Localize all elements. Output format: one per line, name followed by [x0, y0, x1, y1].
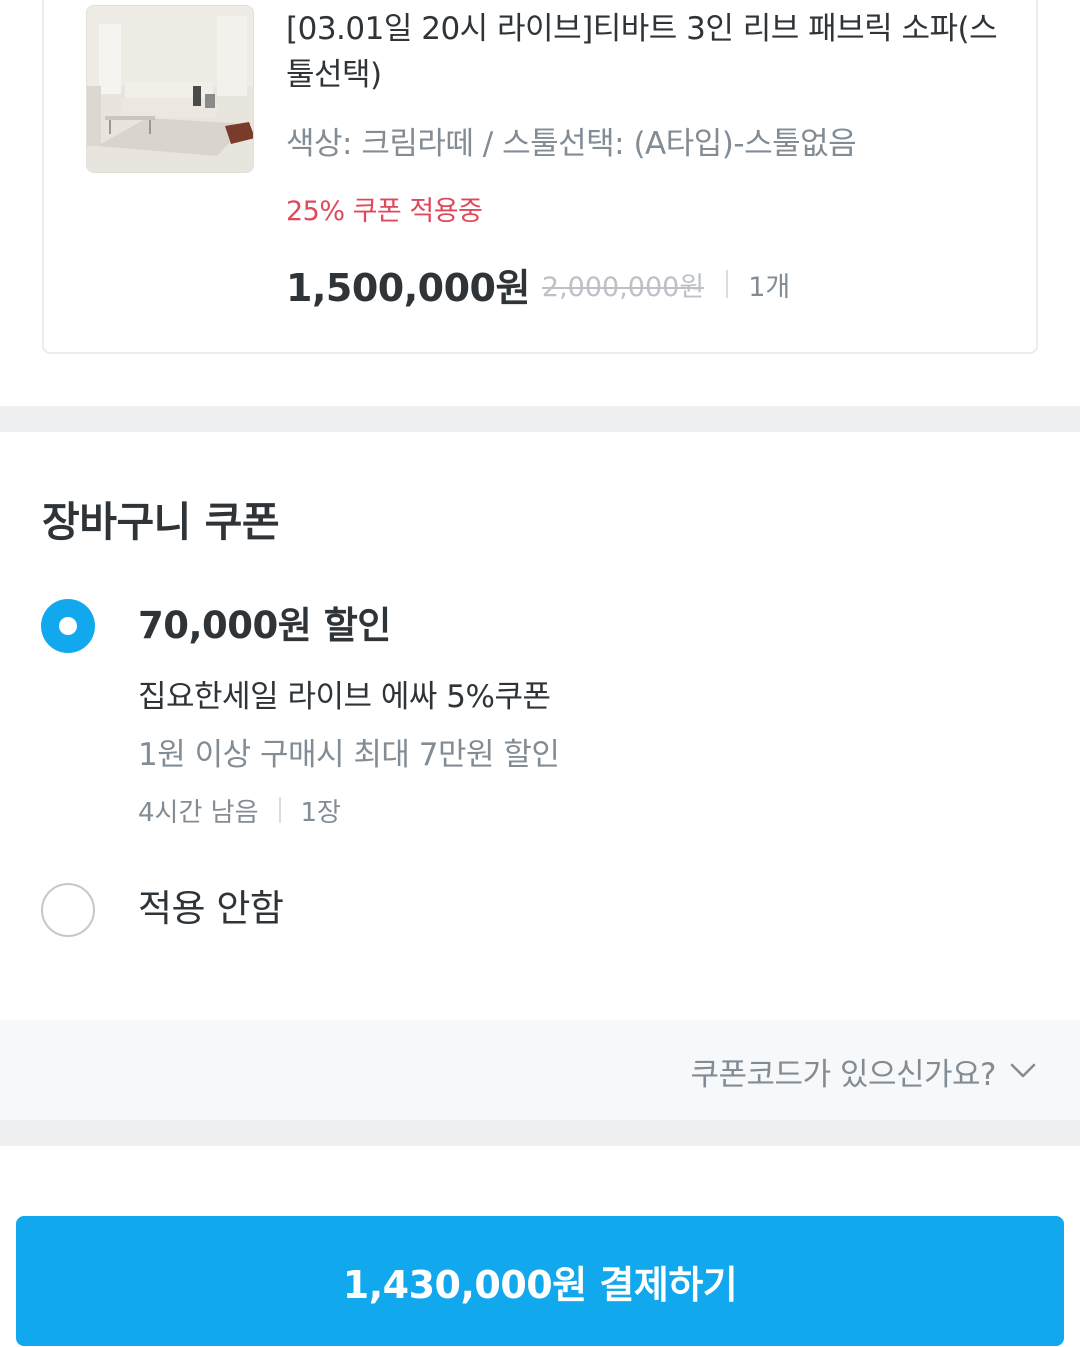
product-original-price: 2,000,000원 [541, 271, 705, 303]
radio-unselected-icon[interactable] [41, 883, 95, 937]
pay-button[interactable]: 1,430,000원 결제하기 [16, 1216, 1064, 1346]
coupon-code-prompt: 쿠폰코드가 있으신가요? [690, 1056, 996, 1093]
no-coupon-option[interactable]: 적용 안함 [138, 885, 284, 933]
coupon-applied-label: 25% 쿠폰 적용중 [286, 196, 483, 227]
section-divider [0, 406, 1080, 432]
coupon-option-name: 집요한세일 라이브 에싸 5%쿠폰 [138, 679, 551, 715]
divider [278, 797, 281, 823]
divider [726, 270, 729, 298]
product-thumbnail[interactable] [86, 5, 254, 173]
section-divider [0, 1120, 1080, 1146]
product-option: 색상: 크림라떼 / 스툴선택: (A타입)-스툴없음 [286, 126, 857, 162]
chevron-down-icon [1010, 1063, 1036, 1078]
coupon-count: 1장 [300, 797, 341, 828]
product-price: 1,500,000원 [286, 265, 530, 310]
sofa-thumbnail [87, 6, 253, 172]
coupon-option-meta: 4시간 남음 1장 [138, 792, 341, 828]
coupon-time-left: 4시간 남음 [138, 797, 259, 828]
coupon-code-toggle[interactable]: 쿠폰코드가 있으신가요? [690, 1050, 1036, 1093]
coupon-option-condition: 1원 이상 구매시 최대 7만원 할인 [138, 737, 560, 773]
product-quantity: 1개 [748, 271, 791, 303]
coupon-option-title[interactable]: 70,000원 할인 [138, 600, 391, 652]
price-row: 1,500,000원 2,000,000원 1개 [286, 256, 790, 312]
section-title: 장바구니 쿠폰 [42, 498, 280, 546]
product-name[interactable]: [03.01일 20시 라이브]티바트 3인 리브 패브릭 소파(스툴선택) [286, 6, 1006, 98]
coupon-code-bar: 쿠폰코드가 있으신가요? [0, 1020, 1080, 1120]
radio-selected-icon[interactable] [41, 599, 95, 653]
